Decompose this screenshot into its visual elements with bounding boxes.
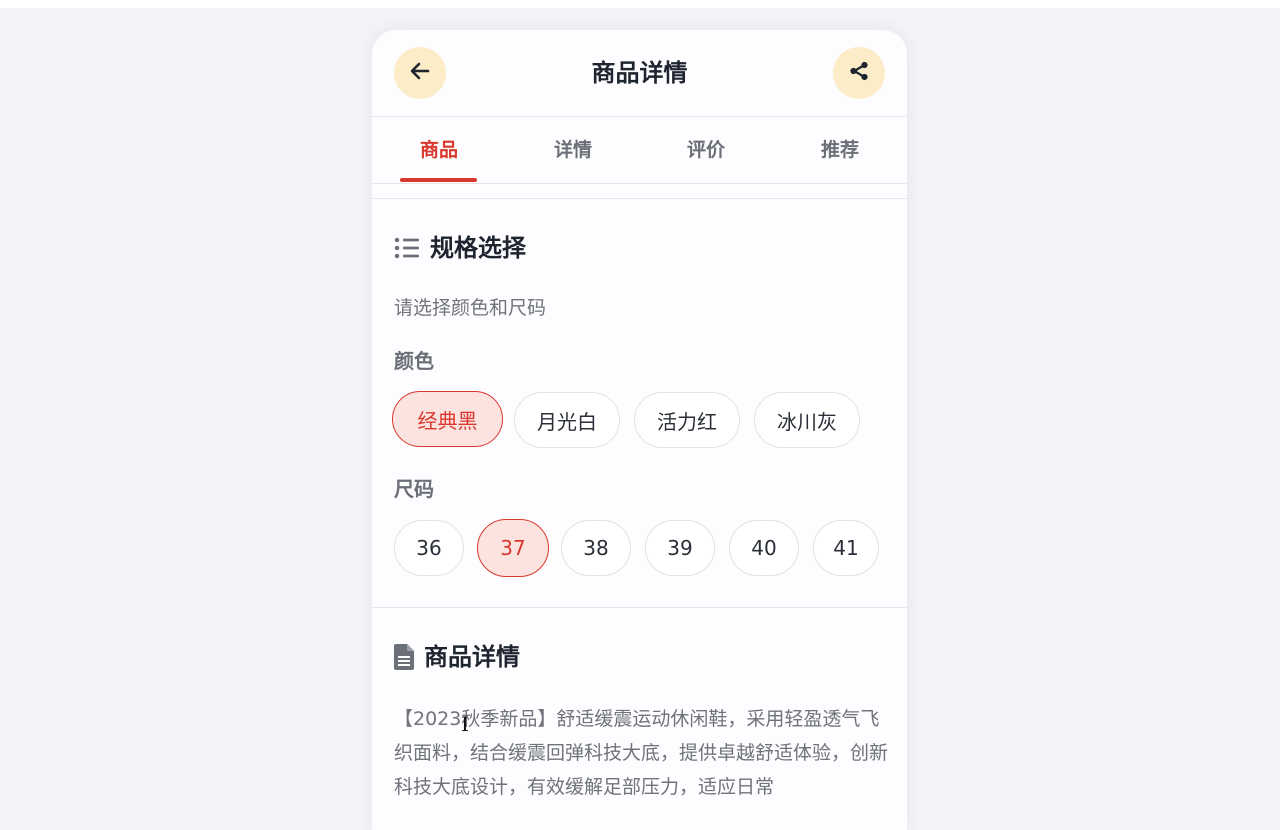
color-label: 颜色 [394, 349, 434, 373]
size-option-38[interactable]: 38 [561, 520, 631, 576]
size-option-39[interactable]: 39 [645, 520, 715, 576]
share-button[interactable] [833, 47, 885, 99]
tab-product[interactable]: 商品 [372, 135, 506, 165]
details-section-title: 商品详情 [394, 639, 520, 675]
top-bar: 商品详情 [372, 30, 907, 117]
color-option-moonlight-white[interactable]: 月光白 [514, 392, 620, 448]
spec-section-title: 规格选择 [394, 230, 526, 266]
tab-recommend[interactable]: 推荐 [773, 135, 907, 165]
tab-bar: 商品 详情 评价 推荐 [372, 117, 907, 184]
product-detail-screen: 商品详情 商品 详情 评价 推荐 规格选择 请选择颜色和尺码 颜色 经典黑 月光… [372, 30, 907, 830]
size-option-40[interactable]: 40 [729, 520, 799, 576]
page-title: 商品详情 [591, 59, 688, 87]
color-option-glacier-grey[interactable]: 冰川灰 [754, 392, 860, 448]
color-option-classic-black[interactable]: 经典黑 [392, 391, 503, 447]
section-divider [372, 198, 907, 199]
color-option-vital-red[interactable]: 活力红 [634, 392, 740, 448]
tab-reviews[interactable]: 评价 [639, 135, 773, 165]
share-icon [848, 60, 870, 86]
text-cursor-icon: I [461, 712, 469, 736]
section-divider [372, 607, 907, 608]
window-top-edge [0, 0, 1280, 8]
details-title-text: 商品详情 [424, 643, 520, 671]
size-option-41[interactable]: 41 [813, 520, 879, 576]
size-option-36[interactable]: 36 [394, 520, 464, 576]
tab-details[interactable]: 详情 [506, 135, 640, 165]
spec-hint: 请选择颜色和尺码 [394, 297, 547, 319]
size-label: 尺码 [394, 477, 434, 501]
spec-title-text: 规格选择 [430, 234, 526, 262]
size-option-37[interactable]: 37 [477, 519, 549, 577]
active-tab-indicator [400, 178, 477, 182]
list-icon [394, 237, 420, 259]
document-icon [394, 644, 414, 670]
